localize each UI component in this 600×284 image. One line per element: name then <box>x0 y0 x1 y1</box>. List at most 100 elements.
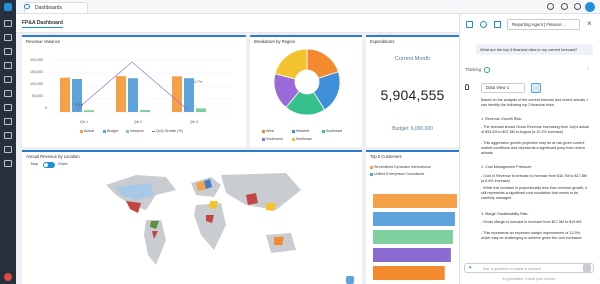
panel-title: Top 5 Customers <box>370 154 402 159</box>
legend-northeast[interactable]: Northeast <box>292 137 312 141</box>
period-label: Current Month <box>394 56 431 62</box>
legend-unified[interactable]: Unified Enterprises Consultants <box>370 172 424 176</box>
file-icon[interactable] <box>4 48 12 55</box>
ai-disclaimer: AI-generated. Check your results. <box>502 277 556 281</box>
analytics-icon[interactable] <box>4 146 12 153</box>
help-icon[interactable] <box>561 3 568 10</box>
customer-bar[interactable] <box>373 266 445 280</box>
legend-streamlined[interactable]: Streamlined Dynamics International <box>370 165 431 169</box>
close-icon[interactable]: × <box>587 20 592 28</box>
report-icon[interactable] <box>4 160 12 167</box>
legend-budget[interactable]: Budget <box>103 129 118 133</box>
check-icon[interactable] <box>484 67 490 73</box>
response-point: - The forecast shows Gross Revenue incre… <box>481 125 590 134</box>
x-tick: Qtr 3 <box>190 120 198 124</box>
collapse-icon[interactable]: › <box>587 66 589 72</box>
lightbulb-icon <box>465 84 469 90</box>
grid-icon[interactable] <box>4 62 12 69</box>
cloud-icon <box>24 4 30 9</box>
y-tick: 100,000 <box>30 82 43 86</box>
response-point: - Gross Margin is forecast to increase f… <box>481 220 582 224</box>
bar-actual[interactable] <box>116 76 126 112</box>
bar-variance[interactable] <box>84 110 94 112</box>
response-heading-1: 1. Revenue Growth Risk: <box>481 117 522 121</box>
avatar[interactable] <box>4 273 12 281</box>
send-icon[interactable] <box>583 264 591 272</box>
panel-title: Expenditures <box>370 39 395 44</box>
response-point: - This represents an expected margin imp… <box>481 231 582 240</box>
thinking-label: Thinking <box>465 67 482 72</box>
dashboard-title[interactable]: FP&A Dashboard <box>22 20 63 28</box>
top-bar <box>16 0 600 14</box>
revenue-variance-chart <box>50 59 232 113</box>
history-icon[interactable] <box>480 21 487 28</box>
chart-icon[interactable] <box>4 20 12 27</box>
data-label: 5.3% <box>75 103 84 107</box>
pie-slice-northeast[interactable] <box>274 48 308 80</box>
legend-variance[interactable]: Variance <box>126 129 144 133</box>
y-tick: 0 <box>45 106 47 110</box>
response-point: - This aggressive growth projection may … <box>481 141 585 155</box>
agent-select-value: Reporting Agent | Finance ... <box>512 22 567 27</box>
toggle-globe-label: Globe <box>58 162 68 166</box>
dashboard-header <box>16 14 459 33</box>
folder-icon[interactable] <box>4 34 12 41</box>
tab-label: Dashboards <box>35 5 62 11</box>
chat-input-placeholder: Ask a question or make a request <box>483 266 541 271</box>
bar-actual[interactable] <box>172 76 182 112</box>
bar-actual[interactable] <box>60 77 70 112</box>
legend-actual[interactable]: Actual <box>80 129 94 133</box>
table-icon[interactable] <box>4 104 12 111</box>
map-globe-toggle[interactable] <box>43 162 55 168</box>
cube-icon[interactable] <box>4 90 12 97</box>
calendar-icon[interactable] <box>4 118 12 125</box>
x-tick: Qtr 1 <box>80 120 88 124</box>
chart-view-icon[interactable] <box>531 83 541 93</box>
y-tick: 50,000 <box>32 94 43 98</box>
app-logo-icon[interactable] <box>4 3 12 11</box>
panel-title: Revenue Variance <box>26 39 61 44</box>
bar-variance[interactable] <box>196 108 206 112</box>
agent-select[interactable]: Reporting Agent | Finance ... <box>507 19 580 30</box>
response-intro: Based on the analysis of the current for… <box>481 98 589 107</box>
world-map[interactable] <box>96 165 316 280</box>
top-customers-chart <box>373 194 457 280</box>
legend-qoq-growth[interactable]: QoQ Growth (%) <box>152 129 183 133</box>
toggle-map-label: Map <box>31 162 38 166</box>
tab-dashboards[interactable]: Dashboards <box>24 2 88 13</box>
data-label: 4.7% <box>194 80 203 84</box>
bell-icon[interactable] <box>547 3 554 10</box>
chat-input[interactable]: Ask a question or make a request <box>464 263 594 273</box>
data-view-select[interactable]: Data View 1 <box>481 83 525 93</box>
legend-southwest[interactable]: Southwest <box>262 137 283 141</box>
bar-budget[interactable] <box>72 78 82 112</box>
sparkle-icon: ✦ <box>468 265 473 271</box>
budget-label: Budget: 6,000,000 <box>392 126 433 132</box>
panel-title: Breakdown by Region <box>254 39 295 44</box>
customer-bar[interactable] <box>373 248 451 262</box>
customer-bar[interactable] <box>373 194 457 208</box>
x-tick: Qtr 2 <box>134 120 142 124</box>
bar-variance[interactable] <box>140 109 150 112</box>
response-heading-2: 2. Cost Management Pressure: <box>481 165 533 169</box>
y-tick: 200,000 <box>30 58 43 62</box>
bar-budget[interactable] <box>184 78 194 112</box>
assistant-icon[interactable] <box>585 2 595 12</box>
legend-midwest[interactable]: Midwest <box>292 129 309 133</box>
expenditure-value: 5,904,555 <box>380 87 445 103</box>
document-icon[interactable] <box>4 132 12 139</box>
panel-icon[interactable] <box>466 21 473 28</box>
legend-southeast[interactable]: Southeast <box>322 129 342 133</box>
filter-icon[interactable] <box>4 76 12 83</box>
user-icon[interactable] <box>574 3 581 10</box>
data-view-value: Data View 1 <box>486 85 510 90</box>
edit-icon[interactable] <box>494 21 501 28</box>
region-pie-chart <box>273 48 341 116</box>
left-nav-rail <box>0 0 16 284</box>
response-point: - Cost of Revenue is forecast to increas… <box>481 174 587 183</box>
zoom-icon[interactable] <box>346 276 354 284</box>
customer-bar[interactable] <box>373 230 453 244</box>
customer-bar[interactable] <box>373 212 455 226</box>
legend-west[interactable]: West <box>262 129 274 133</box>
bar-budget[interactable] <box>128 78 138 112</box>
